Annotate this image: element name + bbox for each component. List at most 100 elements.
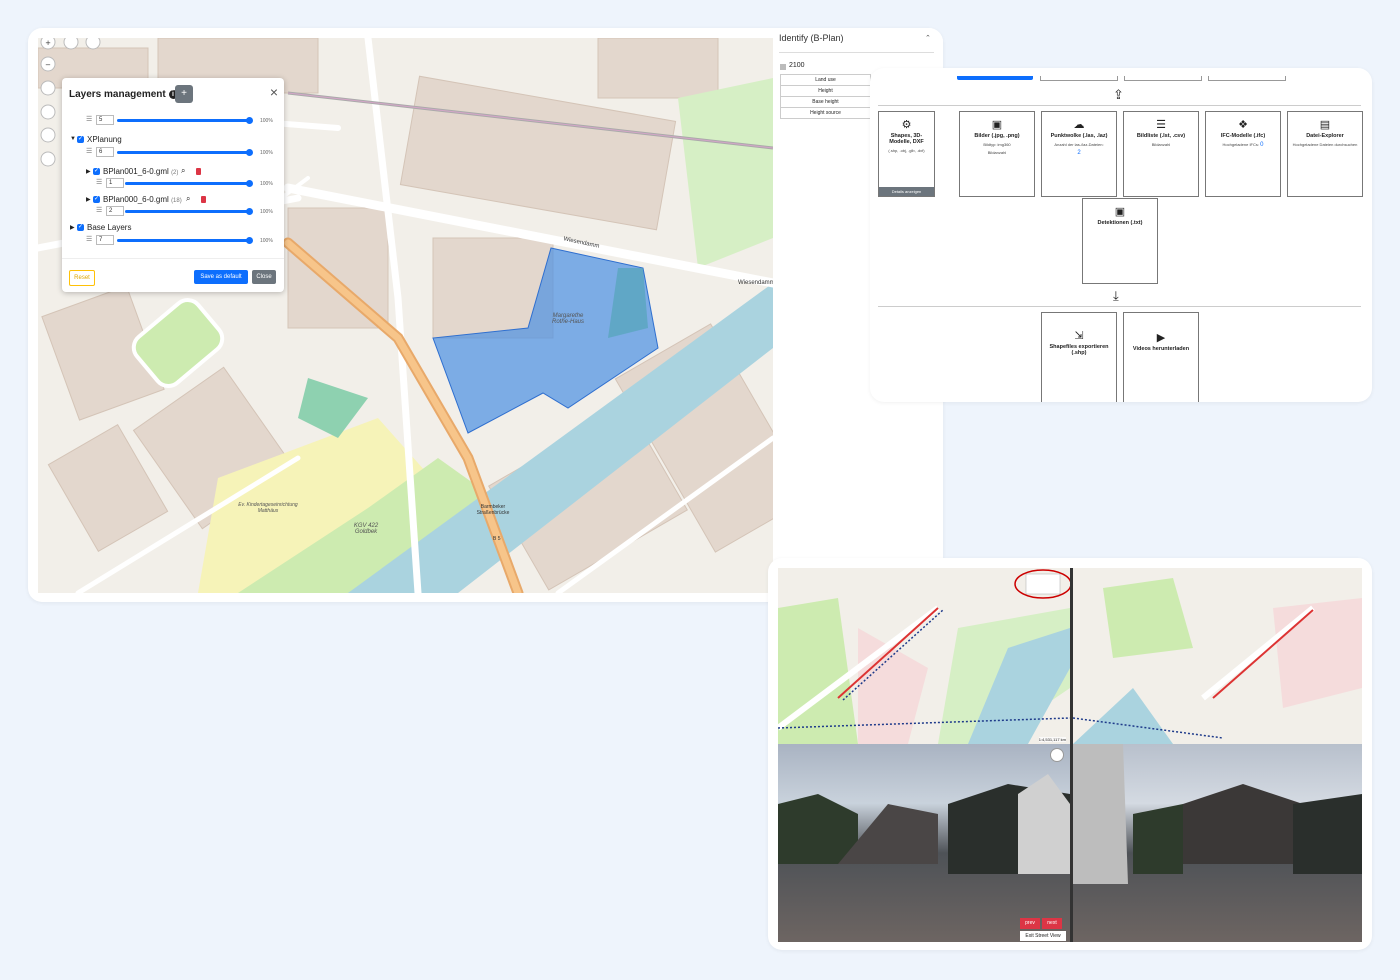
tile-bildliste[interactable]: ☰ Bildliste (.lst, .csv) Bildanzahl <box>1123 111 1199 197</box>
map-label-wiesendamm-2: Wiesendamm <box>738 280 773 286</box>
drag-handle-icon[interactable]: ☰ <box>86 235 92 243</box>
svg-text:+: + <box>45 39 51 47</box>
table-row: Base height <box>781 97 870 108</box>
next-button[interactable]: next <box>1042 918 1062 929</box>
map-scale: 1:4,531,117 km <box>1038 737 1066 742</box>
table-row: Height <box>781 86 870 97</box>
3d-icon: ⚙ <box>901 119 912 131</box>
file-export-icon: ⇲ <box>1074 330 1084 342</box>
list-icon: ☰ <box>1156 119 1166 131</box>
tab-active[interactable] <box>957 76 1033 80</box>
slider-knob[interactable] <box>246 208 253 215</box>
pointcloud-left-canvas <box>778 774 1070 874</box>
opacity-value: 100% <box>260 209 273 215</box>
panel-divider <box>62 258 284 259</box>
layers-panel: Layers management i + × ☰ 5 100% ▼ ✓ XPl… <box>62 78 284 292</box>
section-divider <box>878 306 1361 307</box>
tile-shapes[interactable]: ⚙ Shapes, 3D-Modelle, DXF (.shp, .obj, .… <box>878 111 935 197</box>
layer-order-input[interactable]: 5 <box>96 115 114 125</box>
tile-title: Videos herunterladen <box>1132 346 1190 352</box>
zoom-to-layer-icon[interactable]: ⌕ <box>186 194 190 204</box>
slider-knob[interactable] <box>246 117 253 124</box>
map-label-place: Margarethe Rothe-Haus <box>551 313 584 325</box>
pointcloud-right-canvas <box>1073 744 1362 884</box>
image-icon: ▣ <box>991 119 1003 131</box>
delete-layer-icon[interactable] <box>201 196 206 203</box>
image-icon: ▣ <box>1114 206 1126 218</box>
map-right-canvas <box>1073 568 1362 744</box>
opacity-slider[interactable] <box>125 210 250 213</box>
layer-order-input[interactable]: 7 <box>96 235 114 245</box>
tab[interactable] <box>1040 76 1118 81</box>
tab[interactable] <box>1124 76 1202 81</box>
map-label-bridge: Barmbeker Straßenbrücke <box>476 504 510 516</box>
tile-subtitle: Anzahl der las-/laz-Dateien: <box>1054 142 1104 147</box>
collapse-icon[interactable]: ▼ <box>70 136 76 142</box>
reset-button[interactable]: Reset <box>69 270 95 286</box>
delete-layer-icon[interactable] <box>196 168 201 175</box>
table-row: Land use <box>781 75 870 86</box>
tile-shapefiles-export[interactable]: ⇲ Shapefiles exportieren (.shp) <box>1041 312 1117 402</box>
tile-punktwolke[interactable]: ☁ Punktwolke (.las, .laz) Anzahl der las… <box>1041 111 1117 197</box>
tab[interactable] <box>1208 76 1286 81</box>
tile-subtitle: Bildanzahl <box>1151 142 1171 147</box>
identify-table: Land use Height Base height Height sourc… <box>780 74 871 119</box>
save-default-button[interactable]: Save as default <box>194 270 248 284</box>
tile-detektionen[interactable]: ▣ Detektionen (.txt) <box>1082 198 1158 284</box>
map-label-b5: B 5 <box>493 536 501 542</box>
layer-row: ☰ 7 100% <box>62 235 284 247</box>
layer-name: XPlanung <box>87 135 122 144</box>
pointcloud-left[interactable]: prev next Exit Street View <box>778 744 1070 942</box>
opacity-slider[interactable] <box>117 119 250 122</box>
section-divider <box>878 105 1361 106</box>
drag-handle-icon[interactable]: ☰ <box>86 147 92 155</box>
layer-checkbox[interactable]: ✓ <box>93 196 100 203</box>
expand-icon[interactable]: ▶ <box>70 224 75 231</box>
exit-street-view-button[interactable]: Exit Street View <box>1020 931 1066 941</box>
tile-bilder[interactable]: ▣ Bilder (.jpg, .png) Bildtyp: img360 Bi… <box>959 111 1035 197</box>
opacity-slider[interactable] <box>117 239 250 242</box>
compass-icon[interactable] <box>1050 748 1064 762</box>
slider-knob[interactable] <box>246 237 253 244</box>
tile-ifc[interactable]: ❖ IFC-Modelle (.ifc) Hochgeladene IFCs: … <box>1205 111 1281 197</box>
close-button[interactable]: Close <box>252 270 276 284</box>
layer-order-input[interactable]: 6 <box>96 147 114 157</box>
tile-count: 2 <box>1077 150 1081 156</box>
download-icon: ⤓ <box>1113 288 1119 303</box>
opacity-slider[interactable] <box>117 151 250 154</box>
layer-order-input[interactable]: 2 <box>106 206 124 216</box>
details-button[interactable]: Details anzeigen <box>879 187 934 196</box>
tile-subtitle: (.shp, .obj, .glb, .dxf) <box>888 148 925 153</box>
slider-knob[interactable] <box>246 149 253 156</box>
tile-title: Bildliste (.lst, .csv) <box>1136 133 1186 139</box>
map-left[interactable]: 1:4,531,117 km <box>778 568 1070 744</box>
zoom-to-layer-icon[interactable]: ⌕ <box>181 166 185 176</box>
tile-videos[interactable]: ▶ Videos herunterladen <box>1123 312 1199 402</box>
map-label-kgv: KGV 422 Goldbek <box>353 523 379 535</box>
opacity-slider[interactable] <box>125 182 250 185</box>
layer-checkbox[interactable]: ✓ <box>77 224 84 231</box>
layer-checkbox[interactable]: ✓ <box>77 136 84 143</box>
prev-button[interactable]: prev <box>1020 918 1040 929</box>
map-right[interactable] <box>1073 568 1362 744</box>
map-label-kita: Ev. Kindertageseinrichtung Matthäus <box>238 502 298 514</box>
layer-order-input[interactable]: 1 <box>106 178 124 188</box>
tile-title: Shapefiles exportieren (.shp) <box>1049 344 1109 356</box>
upload-card: ⇪ ⚙ Shapes, 3D-Modelle, DXF (.shp, .obj,… <box>870 68 1372 402</box>
layer-row: ☰ 6 100% <box>62 147 284 159</box>
drag-handle-icon[interactable]: ☰ <box>96 206 102 214</box>
pointcloud-right[interactable] <box>1073 744 1362 942</box>
layer-checkbox[interactable]: ✓ <box>93 168 100 175</box>
drag-handle-icon[interactable]: ☰ <box>96 178 102 186</box>
collapse-icon[interactable]: ⌃ <box>925 34 931 42</box>
add-layer-button[interactable]: + <box>175 85 193 103</box>
layer-row: ☰ 5 100% <box>62 115 284 127</box>
close-icon[interactable]: × <box>270 84 278 100</box>
expand-icon[interactable]: ▶ <box>86 196 91 203</box>
upload-icon: ⇪ <box>1113 87 1124 102</box>
drag-handle-icon[interactable]: ☰ <box>86 115 92 123</box>
slider-knob[interactable] <box>246 180 253 187</box>
tile-datei-explorer[interactable]: ▤ Datei-Explorer Hochgeladene Dateien du… <box>1287 111 1363 197</box>
expand-icon[interactable]: ▶ <box>86 168 91 175</box>
svg-text:−: − <box>45 61 51 69</box>
